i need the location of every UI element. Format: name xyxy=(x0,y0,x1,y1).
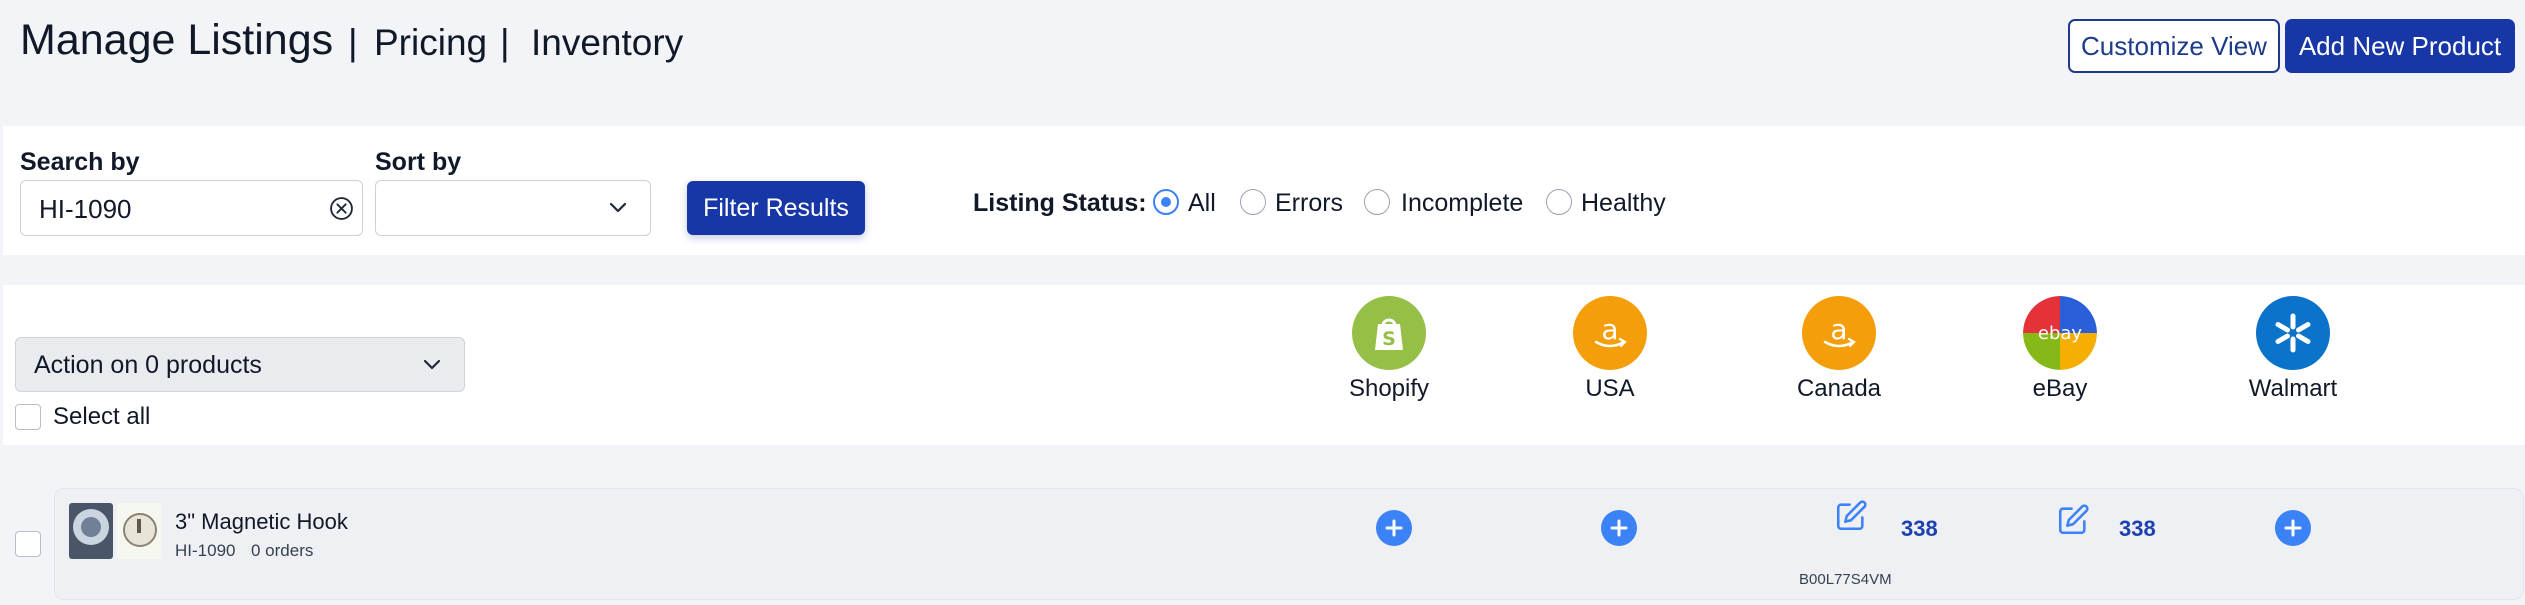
amazon-usa-icon: a xyxy=(1573,296,1647,370)
nav-separator: | xyxy=(500,22,510,63)
bulk-action-dropdown[interactable]: Action on 0 products xyxy=(15,337,465,392)
plus-icon xyxy=(2284,519,2302,537)
search-input-value: HI-1090 xyxy=(39,194,132,224)
status-radio-errors-label: Errors xyxy=(1275,189,1344,217)
product-thumbnail[interactable] xyxy=(69,503,113,559)
product-thumbnail[interactable] xyxy=(117,503,161,559)
chevron-down-icon xyxy=(609,202,627,213)
marketplace-label-shopify: Shopify xyxy=(1348,375,1430,402)
marketplace-label-canada: Canada xyxy=(1796,375,1882,402)
product-sku: HI-1090 xyxy=(175,541,236,560)
page-title: Manage Listings xyxy=(20,16,334,64)
ebay-icon: ebay xyxy=(2023,296,2097,370)
status-radio-all[interactable] xyxy=(1153,189,1179,215)
nav-link-inventory[interactable]: Inventory xyxy=(531,22,683,64)
status-radio-errors[interactable] xyxy=(1240,189,1266,215)
plus-icon xyxy=(1385,519,1403,537)
product-name[interactable]: 3" Magnetic Hook xyxy=(175,509,348,535)
canada-quantity: 338 xyxy=(1901,516,1938,541)
add-listing-usa-button[interactable] xyxy=(1601,510,1637,546)
svg-text:ebay: ebay xyxy=(2038,323,2083,344)
clear-search-icon[interactable] xyxy=(329,196,354,221)
select-all-checkbox[interactable] xyxy=(15,404,41,430)
listing-status-label: Listing Status: xyxy=(973,189,1147,217)
status-radio-incomplete-label: Incomplete xyxy=(1401,189,1524,217)
canada-asin: B00L77S4VM xyxy=(1799,571,1892,588)
nav-separator: | xyxy=(348,22,358,63)
status-radio-incomplete[interactable] xyxy=(1364,189,1390,215)
status-radio-all-label: All xyxy=(1188,189,1216,217)
marketplace-label-ebay: eBay xyxy=(2032,375,2088,402)
bulk-action-label: Action on 0 products xyxy=(34,351,262,379)
product-row: 3" Magnetic Hook HI-1090 0 orders 338 B0… xyxy=(54,488,2524,600)
search-input[interactable]: HI-1090 xyxy=(20,180,363,236)
shopify-icon: S xyxy=(1352,296,1426,370)
marketplace-label-usa: USA xyxy=(1585,375,1635,402)
status-radio-healthy-label: Healthy xyxy=(1581,189,1666,217)
product-orders: 0 orders xyxy=(251,541,314,560)
chevron-down-icon xyxy=(423,359,441,370)
add-listing-walmart-button[interactable] xyxy=(2275,510,2311,546)
amazon-canada-icon: a xyxy=(1802,296,1876,370)
edit-listing-canada-icon[interactable] xyxy=(1834,499,1868,533)
sort-select[interactable] xyxy=(375,180,651,236)
ebay-quantity: 338 xyxy=(2119,516,2156,541)
add-listing-shopify-button[interactable] xyxy=(1376,510,1412,546)
select-all-label: Select all xyxy=(53,403,151,430)
product-row-checkbox[interactable] xyxy=(15,531,41,557)
add-new-product-button[interactable]: Add New Product xyxy=(2285,19,2515,73)
plus-icon xyxy=(1610,519,1628,537)
walmart-icon xyxy=(2256,296,2330,370)
svg-text:S: S xyxy=(1382,328,1396,350)
nav-link-pricing[interactable]: Pricing xyxy=(374,22,487,64)
marketplace-label-walmart: Walmart xyxy=(2248,375,2338,402)
svg-text:a: a xyxy=(1601,313,1618,346)
filter-results-button[interactable]: Filter Results xyxy=(687,181,865,235)
edit-listing-ebay-icon[interactable] xyxy=(2056,503,2090,537)
sort-label: Sort by xyxy=(375,148,462,176)
svg-text:a: a xyxy=(1830,313,1847,346)
search-label: Search by xyxy=(20,148,140,176)
customize-view-button[interactable]: Customize View xyxy=(2068,19,2280,73)
status-radio-healthy[interactable] xyxy=(1546,189,1572,215)
